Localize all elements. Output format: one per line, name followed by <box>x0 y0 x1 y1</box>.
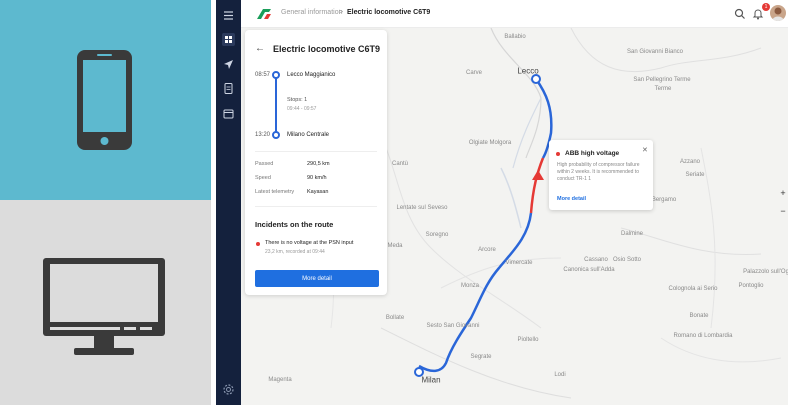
passed-label: Passed <box>255 161 274 167</box>
map-place-label: Cantù <box>391 161 409 167</box>
map-place-label: Bonate <box>689 313 709 319</box>
map-place-label: Lecco <box>517 66 539 76</box>
dashboard-icon[interactable] <box>222 33 235 46</box>
breadcrumb-parent[interactable]: General information <box>281 9 342 16</box>
alert-popup: ABB high voltage ✕ High probability of c… <box>549 140 653 210</box>
breadcrumb-separator: > <box>339 9 344 16</box>
map-place-label: Bollate <box>385 315 405 321</box>
search-icon[interactable] <box>734 8 746 20</box>
divider <box>255 206 377 207</box>
map-place-label: Pontoglio <box>738 283 764 289</box>
smartphone-icon <box>77 50 132 150</box>
timeline-end-dot <box>272 131 280 139</box>
telemetry-value: Kayasan <box>307 189 329 195</box>
map-place-label: Monza <box>460 283 480 289</box>
map-place-label: Vimercate <box>505 260 533 266</box>
timeline-start-dot <box>272 71 280 79</box>
alert-status-dot <box>556 152 560 156</box>
more-detail-button[interactable]: More detail <box>255 270 379 287</box>
map-place-label: Canonica sull'Adda <box>563 267 615 273</box>
map-place-label: Arcore <box>478 247 496 253</box>
avatar[interactable] <box>770 5 786 21</box>
divider <box>255 151 377 152</box>
map-place-label: Olgiate Molgora <box>468 140 512 146</box>
incidents-title: Incidents on the route <box>255 220 334 229</box>
map-place-label: Palazzolo sull'Oglio <box>743 269 788 275</box>
stops-label: Stops: 1 <box>287 97 308 103</box>
map-place-label: Azzano <box>679 159 701 165</box>
map-place-label: Magenta <box>268 377 292 383</box>
map-place-label: Lodi <box>554 372 566 378</box>
navigation-icon[interactable] <box>222 58 235 71</box>
map-place-label: Dalmine <box>620 231 644 237</box>
map-place-label: Terme <box>654 86 672 92</box>
locomotive-info-panel: ← Electric locomotive C6T9 08:57 Lecco M… <box>245 30 387 295</box>
map-place-label: San Pellegrino Terme <box>633 77 691 83</box>
menu-icon[interactable] <box>222 9 235 22</box>
start-time: 08:57 <box>255 72 271 78</box>
notification-badge: 1 <box>762 3 770 11</box>
map-place-label: Romano di Lombardia <box>673 333 733 339</box>
speed-label: Speed <box>255 175 271 181</box>
map-place-label: Colognola ai Serio <box>668 286 718 292</box>
stops-time: 09:44 - 09:57 <box>287 106 317 112</box>
speed-value: 90 km/h <box>307 175 327 181</box>
passed-value: 290,5 km <box>307 161 330 167</box>
map-place-label: Cassano <box>584 257 608 263</box>
alert-title: ABB high voltage <box>565 150 620 157</box>
settings-icon[interactable] <box>222 383 235 396</box>
start-station: Lecco Maggianico <box>287 72 336 78</box>
incident-sub: 23,2 km, recorded at 09:44 <box>265 249 325 255</box>
alert-more-detail-link[interactable]: More detail <box>557 196 586 202</box>
monitor-icon <box>43 258 165 355</box>
map-place-label: San Giovanni Bianco <box>626 49 684 55</box>
zoom-in-icon[interactable]: + <box>778 188 788 198</box>
map-place-label: Sesto San Giovanni <box>426 323 480 329</box>
back-arrow-icon[interactable]: ← <box>255 43 265 54</box>
panel-title: Electric locomotive C6T9 <box>273 44 381 54</box>
document-icon[interactable] <box>222 82 235 95</box>
breadcrumb-current: Electric locomotive C6T9 <box>347 9 431 16</box>
map-place-label: Carve <box>465 70 483 76</box>
map-place-label: Osio Sotto <box>612 257 642 263</box>
screenshot-root: Ballabio San Giovanni Bianco Carve Lecco San… <box>0 0 788 405</box>
zoom-out-icon[interactable]: − <box>778 206 788 216</box>
calendar-icon[interactable] <box>222 107 235 120</box>
map-place-label: Lentate sul Seveso <box>396 205 448 211</box>
end-time: 13:20 <box>255 132 271 138</box>
alert-body: High probability of compressor failure w… <box>557 162 640 182</box>
incident-text: There is no voltage at the PSN input <box>265 240 354 246</box>
map-place-label: Meda <box>387 243 403 249</box>
app-sidebar <box>216 0 241 405</box>
mobile-device-panel <box>0 0 211 200</box>
brand-logo-icon[interactable] <box>255 7 273 21</box>
map-place-label: Ballabio <box>504 34 526 40</box>
map-place-label: Seriate <box>685 172 705 178</box>
top-bar: General information > Electric locomotiv… <box>241 0 788 28</box>
map-place-label: Soregno <box>425 232 449 238</box>
desktop-device-panel <box>0 200 211 405</box>
end-station: Milano Centrale <box>287 132 330 138</box>
map-place-label: Segrate <box>470 354 492 360</box>
map-place-label: Bergamo <box>651 197 677 203</box>
incident-status-dot <box>256 242 260 246</box>
close-icon[interactable]: ✕ <box>642 146 648 154</box>
telemetry-label: Latest telemetry <box>255 189 295 195</box>
map-place-label: Pioltello <box>517 337 539 343</box>
map-place-label: Milan <box>421 375 441 385</box>
route-timeline-line <box>275 76 277 136</box>
